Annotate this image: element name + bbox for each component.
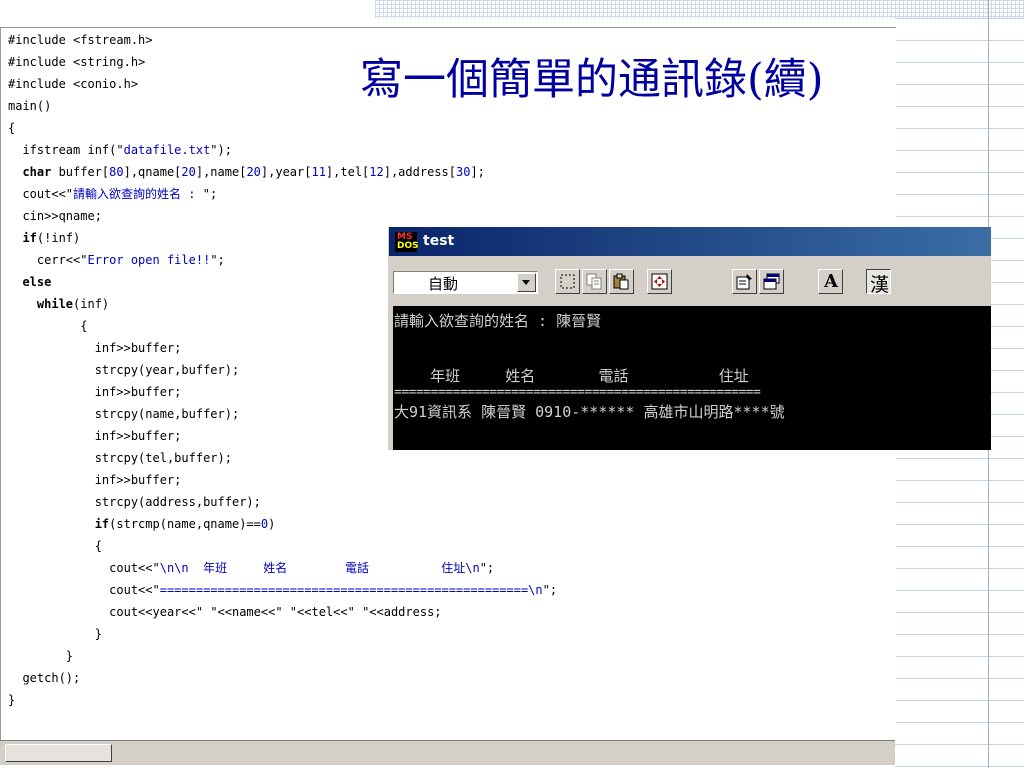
copy-button[interactable] xyxy=(582,269,607,294)
font-icon: A xyxy=(824,271,838,292)
code-line: } xyxy=(8,649,74,663)
code-line: ifstream inf("datafile.txt"); xyxy=(8,143,232,157)
code-line: strcpy(tel,buffer); xyxy=(8,451,232,465)
fullscreen-icon xyxy=(651,273,668,290)
fullscreen-button[interactable] xyxy=(647,269,672,294)
code-line: #include <fstream.h> xyxy=(8,33,153,47)
code-line: cout<<"請輸入欲查詢的姓名 : "; xyxy=(8,187,218,201)
msdos-logo-icon: MS DOS xyxy=(395,232,419,252)
code-line: } xyxy=(8,627,102,641)
console-output[interactable]: 請輸入欲查詢的姓名 : 陳晉賢 年班 姓名 電話 住址 ============… xyxy=(393,306,991,450)
mark-icon xyxy=(560,274,575,289)
console-header-line: 年班 姓名 電話 住址 xyxy=(394,367,749,385)
horizontal-scrollbar[interactable] xyxy=(0,740,895,765)
code-line: if(strcmp(name,qname)==0) xyxy=(94,517,276,531)
font-button[interactable]: A xyxy=(818,269,843,294)
copy-icon xyxy=(586,273,602,290)
font-size-value: 自動 xyxy=(428,275,459,293)
scrollbar-thumb[interactable] xyxy=(5,744,112,762)
code-line: getch(); xyxy=(8,671,81,685)
properties-button[interactable] xyxy=(732,269,757,294)
dbcs-toggle-button[interactable]: 漢 xyxy=(866,269,891,296)
chevron-down-icon[interactable] xyxy=(517,273,536,292)
code-line: cout<<"\n\n 年班 姓名 電話 住址\n"; xyxy=(8,561,495,575)
code-line: { xyxy=(8,121,16,135)
background-button[interactable] xyxy=(759,269,784,294)
properties-icon xyxy=(736,274,752,290)
paste-button[interactable] xyxy=(609,269,634,294)
mark-button[interactable] xyxy=(555,269,580,294)
logo-bottom-text: DOS xyxy=(397,241,419,251)
console-record-line: 大91資訊系 陳晉賢 0910-****** 高雄市山明路****號 xyxy=(394,403,785,421)
window-title: test xyxy=(423,233,455,249)
paste-icon xyxy=(613,273,629,290)
background-icon xyxy=(763,273,780,290)
console-window[interactable]: MS DOS test 自動 A 漢 請輸入欲查詢的姓名: 陳晉賢 年班 姓名… xyxy=(388,227,991,450)
code-line: inf>>buffer; xyxy=(8,473,182,487)
code-line: cout<<year<<" "<<name<<" "<<tel<<" "<<ad… xyxy=(8,605,442,619)
console-prompt-line: 請輸入欲查詢的姓名 : 陳晉賢 xyxy=(394,312,602,330)
slide-title: 寫一個簡單的通訊錄(續) xyxy=(360,55,824,105)
dbcs-label: 漢 xyxy=(870,274,890,296)
font-size-select[interactable]: 自動 xyxy=(393,271,538,294)
code-line: char buffer[80],qname[20],name[20],year[… xyxy=(22,165,485,179)
background-pattern-top xyxy=(375,0,1024,18)
console-rule-line: ========================================… xyxy=(394,385,761,400)
code-line: strcpy(address,buffer); xyxy=(8,495,261,509)
code-line: cin>>qname; xyxy=(8,209,102,223)
code-line: } xyxy=(8,693,16,707)
window-titlebar[interactable]: MS DOS test xyxy=(389,227,991,256)
code-line: cout<<"=================================… xyxy=(8,583,558,597)
console-toolbar: 自動 A 漢 xyxy=(389,265,991,299)
code-line: { xyxy=(8,539,102,553)
